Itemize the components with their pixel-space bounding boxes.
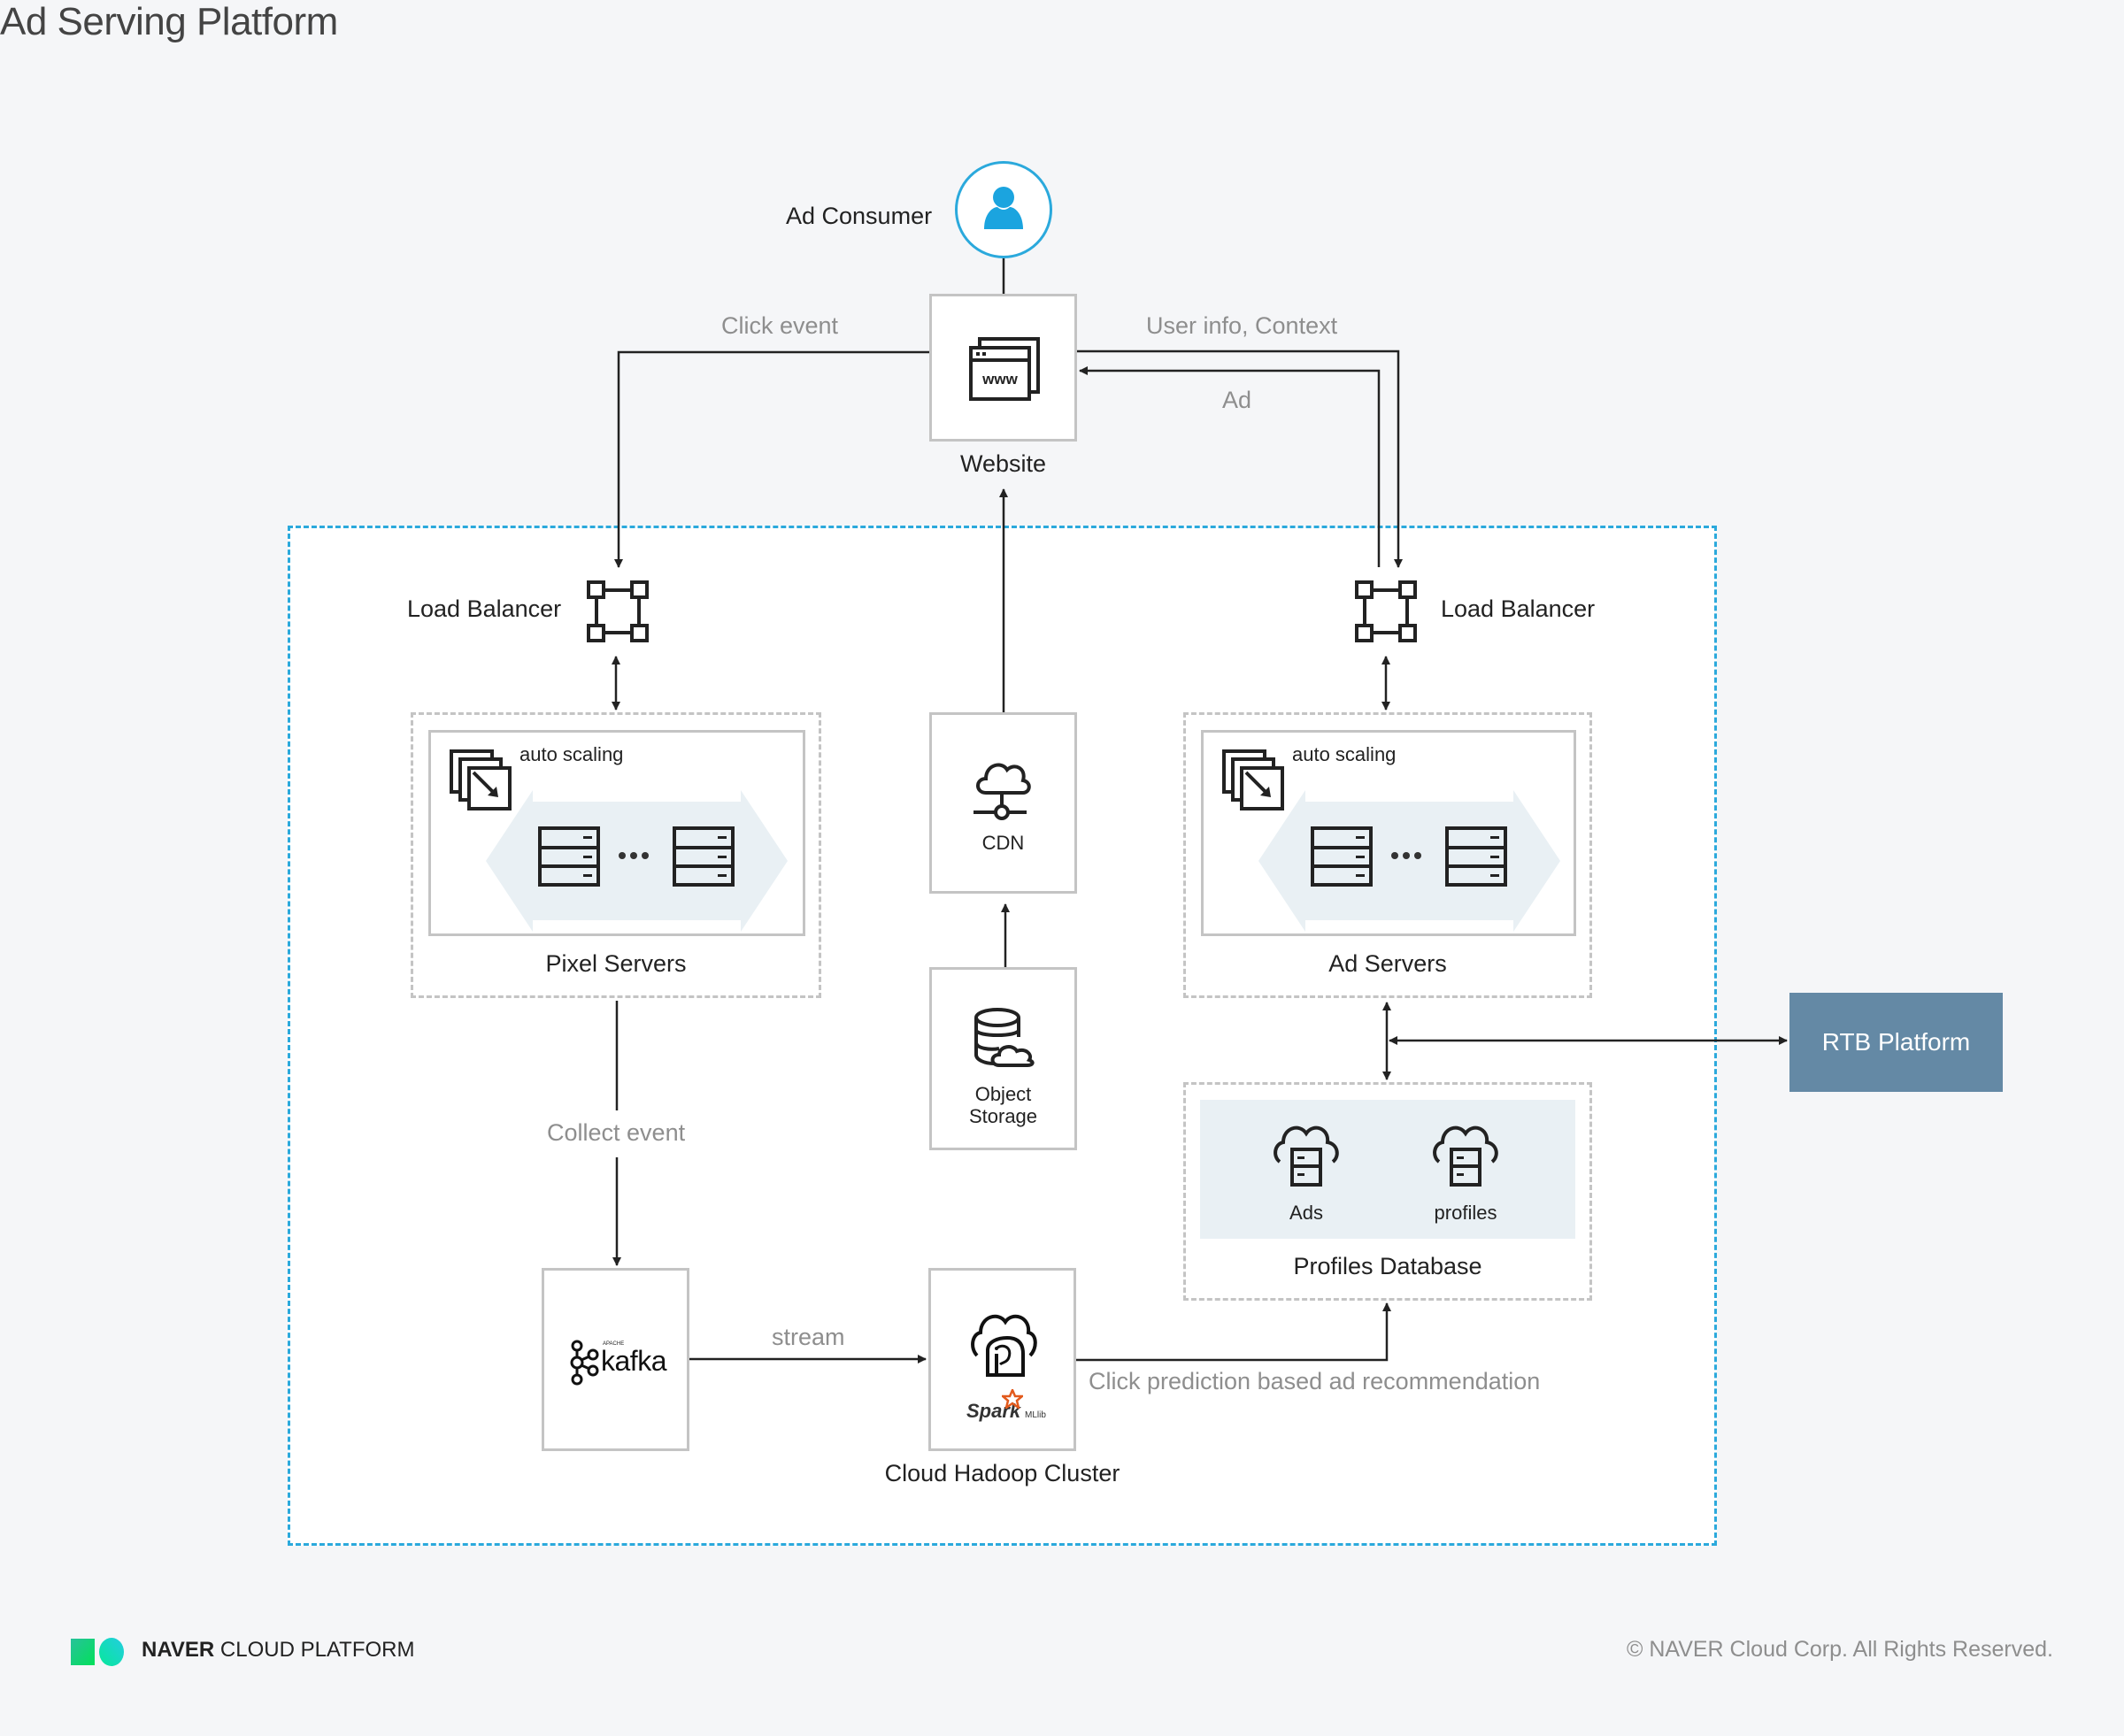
auto-scaling-label: auto scaling [1292, 743, 1397, 765]
hadoop-elephant-cloud-icon [971, 1314, 1037, 1377]
website-label: Website [959, 450, 1047, 477]
kafka-name: kafka [601, 1345, 666, 1377]
server-icon [1311, 826, 1373, 887]
profiles-db-items: Ads profiles [1200, 1100, 1575, 1239]
hadoop-node[interactable]: Spark MLlib [928, 1268, 1076, 1451]
kafka-node[interactable]: APACHE kafka [542, 1268, 689, 1451]
naver-cloud-logo-icon [71, 1638, 124, 1666]
ad-servers-group[interactable]: auto scaling Ad Servers [1183, 712, 1592, 998]
db-item-label: profiles [1434, 1202, 1497, 1224]
ad-label: Ad [1222, 387, 1252, 413]
db-item-label: Ads [1289, 1202, 1323, 1224]
stream-label: stream [772, 1324, 845, 1350]
www-browser-icon: www [969, 337, 1040, 401]
profiles-database-label: Profiles Database [1293, 1253, 1482, 1279]
profiles-database-group[interactable]: Ads profiles Profiles Database [1183, 1082, 1592, 1301]
rtb-platform-node[interactable]: RTB Platform [1789, 993, 2003, 1092]
load-balancer-right-label: Load Balancer [1441, 595, 1596, 622]
auto-scaling-label: auto scaling [519, 743, 624, 765]
auto-scaling-box: auto scaling [428, 730, 805, 936]
load-balancer-left-label: Load Balancer [407, 595, 562, 622]
cloud-db-icon [1274, 1125, 1339, 1187]
cloud-db-icon [1433, 1125, 1498, 1187]
object-storage-label: Object Storage [968, 1083, 1038, 1127]
user-info-context-label: User info, Context [1146, 312, 1338, 339]
website-node[interactable]: www [929, 294, 1077, 442]
db-item-profiles[interactable]: profiles [1430, 1121, 1501, 1225]
user-icon [984, 187, 1023, 229]
server-icon [1445, 826, 1507, 887]
ad-consumer-label: Ad Consumer [786, 203, 933, 229]
ad-consumer-node[interactable] [955, 161, 1052, 258]
object-storage-icon [974, 1008, 1035, 1067]
auto-scaling-icon [450, 749, 512, 810]
spark-star-icon [1002, 1389, 1023, 1409]
cdn-label: CDN [981, 832, 1025, 854]
copyright-notice: © NAVER Cloud Corp. All Rights Reserved. [1626, 1637, 2053, 1662]
kafka-logo-icon [570, 1340, 599, 1386]
pixel-servers-label: Pixel Servers [545, 950, 687, 977]
naver-cloud-brand: NAVER CLOUD PLATFORM [142, 1638, 415, 1662]
hadoop-cluster-label: Cloud Hadoop Cluster [884, 1460, 1120, 1486]
load-balancer-right-icon[interactable] [1354, 580, 1418, 643]
pixel-servers-group[interactable]: auto scaling Pixel Servers [411, 712, 821, 998]
click-event-label: Click event [721, 312, 839, 339]
cdn-cloud-icon [974, 763, 1031, 820]
db-item-ads[interactable]: Ads [1271, 1121, 1342, 1225]
ellipsis-icon [1391, 852, 1421, 859]
object-storage-node[interactable]: Object Storage [929, 967, 1077, 1150]
cdn-node[interactable]: CDN [929, 712, 1077, 894]
server-icon [673, 826, 735, 887]
mllib-text: MLlib [1025, 1410, 1046, 1420]
ad-servers-label: Ad Servers [1328, 950, 1447, 977]
collect-event-label: Collect event [547, 1119, 686, 1146]
auto-scaling-box: auto scaling [1201, 730, 1576, 936]
page-title: Ad Serving Platform [0, 0, 338, 43]
svg-text:www: www [981, 371, 1018, 388]
ellipsis-icon [619, 852, 649, 859]
server-icon [538, 826, 600, 887]
load-balancer-left-icon[interactable] [586, 580, 650, 643]
auto-scaling-icon [1222, 749, 1284, 810]
click-prediction-label: Click prediction based ad recommendation [1089, 1368, 1541, 1394]
